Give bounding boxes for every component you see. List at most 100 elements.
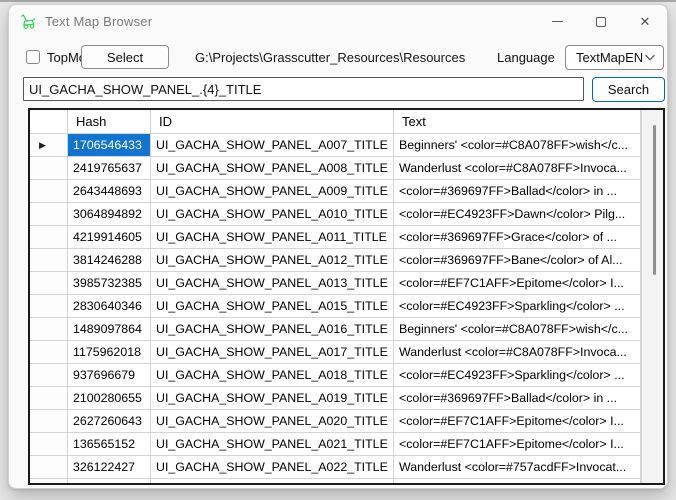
table-row[interactable]: 2830640346 UI_GACHA_SHOW_PANEL_A015_TITL… — [30, 295, 641, 318]
cell-hash[interactable]: 1706546433 — [68, 134, 151, 157]
cell-id[interactable]: UI_GACHA_SHOW_PANEL_A016_TITLE — [151, 318, 394, 341]
grid-header-text[interactable]: Text — [394, 110, 641, 134]
cell-text[interactable]: <color=#EF7C1AFF>Epitome</color> I... — [394, 410, 641, 433]
cell-text[interactable]: <color=#369697FF>Ballad</color> in ... — [394, 180, 641, 203]
row-select-arrow[interactable] — [30, 364, 68, 387]
cell-hash[interactable] — [68, 479, 151, 483]
table-row[interactable]: 2643448693 UI_GACHA_SHOW_PANEL_A009_TITL… — [30, 180, 641, 203]
row-select-arrow[interactable] — [30, 456, 68, 479]
table-row[interactable]: 937696679 UI_GACHA_SHOW_PANEL_A018_TITLE… — [30, 364, 641, 387]
chevron-down-icon — [644, 54, 656, 62]
cell-id[interactable]: UI_GACHA_SHOW_PANEL_A019_TITLE — [151, 387, 394, 410]
table-row[interactable]: 2100280655 UI_GACHA_SHOW_PANEL_A019_TITL… — [30, 387, 641, 410]
cell-id[interactable]: UI_GACHA_SHOW_PANEL_A007_TITLE — [151, 134, 394, 157]
cell-hash[interactable]: 2830640346 — [68, 295, 151, 318]
cell-text[interactable]: <color=#EC4923FF>Sparkling</color> ... — [394, 295, 641, 318]
table-row[interactable]: 3064894892 UI_GACHA_SHOW_PANEL_A010_TITL… — [30, 203, 641, 226]
cell-hash[interactable]: 4219914605 — [68, 226, 151, 249]
maximize-button[interactable] — [579, 5, 623, 38]
row-select-arrow[interactable] — [30, 433, 68, 456]
row-select-arrow[interactable] — [30, 410, 68, 433]
search-input[interactable] — [23, 77, 584, 101]
row-select-arrow[interactable] — [30, 180, 68, 203]
cell-id[interactable]: UI_GACHA_SHOW_PANEL_A008_TITLE — [151, 157, 394, 180]
cell-id[interactable]: UI_GACHA_SHOW_PANEL_A020_TITLE — [151, 410, 394, 433]
grid-header-id[interactable]: ID — [151, 110, 394, 134]
cell-hash[interactable]: 3985732385 — [68, 272, 151, 295]
cell-id[interactable] — [151, 479, 394, 483]
cell-text[interactable]: <color=#369697FF>Grace</color> of ... — [394, 226, 641, 249]
cell-text[interactable]: <color=#369697FF>Bane</color> of Al... — [394, 249, 641, 272]
cell-id[interactable]: UI_GACHA_SHOW_PANEL_A017_TITLE — [151, 341, 394, 364]
table-row[interactable]: 326122427 UI_GACHA_SHOW_PANEL_A022_TITLE… — [30, 456, 641, 479]
vertical-scrollbar[interactable] — [641, 110, 663, 483]
grid-header-hash[interactable]: Hash — [68, 110, 151, 134]
scrollbar-thumb[interactable] — [653, 125, 656, 275]
cell-hash[interactable]: 3814246288 — [68, 249, 151, 272]
table-row[interactable]: 3814246288 UI_GACHA_SHOW_PANEL_A012_TITL… — [30, 249, 641, 272]
cell-id[interactable]: UI_GACHA_SHOW_PANEL_A018_TITLE — [151, 364, 394, 387]
table-row[interactable]: 4219914605 UI_GACHA_SHOW_PANEL_A011_TITL… — [30, 226, 641, 249]
cell-text[interactable]: Wanderlust <color=#C8A078FF>Invoca... — [394, 341, 641, 364]
cell-id[interactable]: UI_GACHA_SHOW_PANEL_A021_TITLE — [151, 433, 394, 456]
cell-text[interactable]: Beginners' <color=#C8A078FF>wish</c... — [394, 318, 641, 341]
cell-id[interactable]: UI_GACHA_SHOW_PANEL_A010_TITLE — [151, 203, 394, 226]
cell-text[interactable]: <color=#EC4923FF>Sparkling</color> ... — [394, 364, 641, 387]
cell-hash[interactable]: 3064894892 — [68, 203, 151, 226]
cell-id[interactable]: UI_GACHA_SHOW_PANEL_A012_TITLE — [151, 249, 394, 272]
table-row[interactable]: ▶ 1706546433 UI_GACHA_SHOW_PANEL_A007_TI… — [30, 134, 641, 157]
cell-text[interactable]: Wanderlust <color=#757acdFF>Invocat... — [394, 456, 641, 479]
table-row[interactable]: 3985732385 UI_GACHA_SHOW_PANEL_A013_TITL… — [30, 272, 641, 295]
row-select-arrow[interactable] — [30, 226, 68, 249]
cell-hash[interactable]: 937696679 — [68, 364, 151, 387]
table-row[interactable]: 1489097864 UI_GACHA_SHOW_PANEL_A016_TITL… — [30, 318, 641, 341]
close-button[interactable]: ✕ — [623, 5, 667, 38]
resources-path: G:\Projects\Grasscutter_Resources\Resour… — [195, 50, 465, 65]
cell-hash[interactable]: 2643448693 — [68, 180, 151, 203]
cell-id[interactable]: UI_GACHA_SHOW_PANEL_A011_TITLE — [151, 226, 394, 249]
table-row[interactable]: <color=#... — [30, 479, 641, 483]
search-button[interactable]: Search — [592, 77, 665, 102]
row-select-arrow[interactable] — [30, 249, 68, 272]
cell-hash[interactable]: 1175962018 — [68, 341, 151, 364]
row-select-arrow[interactable] — [30, 318, 68, 341]
table-row[interactable]: 2627260643 UI_GACHA_SHOW_PANEL_A020_TITL… — [30, 410, 641, 433]
row-select-arrow[interactable] — [30, 479, 68, 483]
cell-id[interactable]: UI_GACHA_SHOW_PANEL_A013_TITLE — [151, 272, 394, 295]
table-row[interactable]: 1175962018 UI_GACHA_SHOW_PANEL_A017_TITL… — [30, 341, 641, 364]
cell-text[interactable]: Beginners' <color=#C8A078FF>wish</c... — [394, 134, 641, 157]
cell-text[interactable]: <color=#EF7C1AFF>Epitome</color> I... — [394, 433, 641, 456]
row-select-arrow[interactable] — [30, 272, 68, 295]
table-row[interactable]: 136565152 UI_GACHA_SHOW_PANEL_A021_TITLE… — [30, 433, 641, 456]
cell-hash[interactable]: 2419765637 — [68, 157, 151, 180]
cell-id[interactable]: UI_GACHA_SHOW_PANEL_A009_TITLE — [151, 180, 394, 203]
select-button[interactable]: Select — [81, 45, 169, 69]
cell-hash[interactable]: 1489097864 — [68, 318, 151, 341]
row-select-arrow[interactable]: ▶ — [30, 134, 68, 157]
cell-text[interactable]: Wanderlust <color=#C8A078FF>Invoca... — [394, 157, 641, 180]
grid-header-rowselector — [30, 110, 68, 134]
cell-hash[interactable]: 2627260643 — [68, 410, 151, 433]
language-dropdown-value: TextMapEN — [576, 50, 644, 65]
cell-id[interactable]: UI_GACHA_SHOW_PANEL_A022_TITLE — [151, 456, 394, 479]
row-select-arrow[interactable] — [30, 295, 68, 318]
row-select-arrow[interactable] — [30, 157, 68, 180]
cell-hash[interactable]: 326122427 — [68, 456, 151, 479]
title-bar[interactable]: Text Map Browser ✕ — [9, 5, 667, 38]
window-controls: ✕ — [535, 5, 667, 38]
cell-hash[interactable]: 2100280655 — [68, 387, 151, 410]
cell-id[interactable]: UI_GACHA_SHOW_PANEL_A015_TITLE — [151, 295, 394, 318]
cell-text[interactable]: <color=#EF7C1AFF>Epitome</color> I... — [394, 272, 641, 295]
cell-hash[interactable]: 136565152 — [68, 433, 151, 456]
language-dropdown[interactable]: TextMapEN — [565, 45, 664, 70]
row-select-arrow[interactable] — [30, 203, 68, 226]
row-select-arrow[interactable] — [30, 387, 68, 410]
cell-text[interactable]: <color=#EC4923FF>Dawn</color> Pilg... — [394, 203, 641, 226]
table-row[interactable]: 2419765637 UI_GACHA_SHOW_PANEL_A008_TITL… — [30, 157, 641, 180]
cell-text[interactable]: <color=#... — [394, 479, 641, 483]
topmost-checkbox[interactable] — [26, 50, 40, 64]
language-label: Language — [497, 50, 555, 65]
cell-text[interactable]: <color=#369697FF>Ballad</color> in ... — [394, 387, 641, 410]
row-select-arrow[interactable] — [30, 341, 68, 364]
minimize-button[interactable] — [535, 5, 579, 38]
